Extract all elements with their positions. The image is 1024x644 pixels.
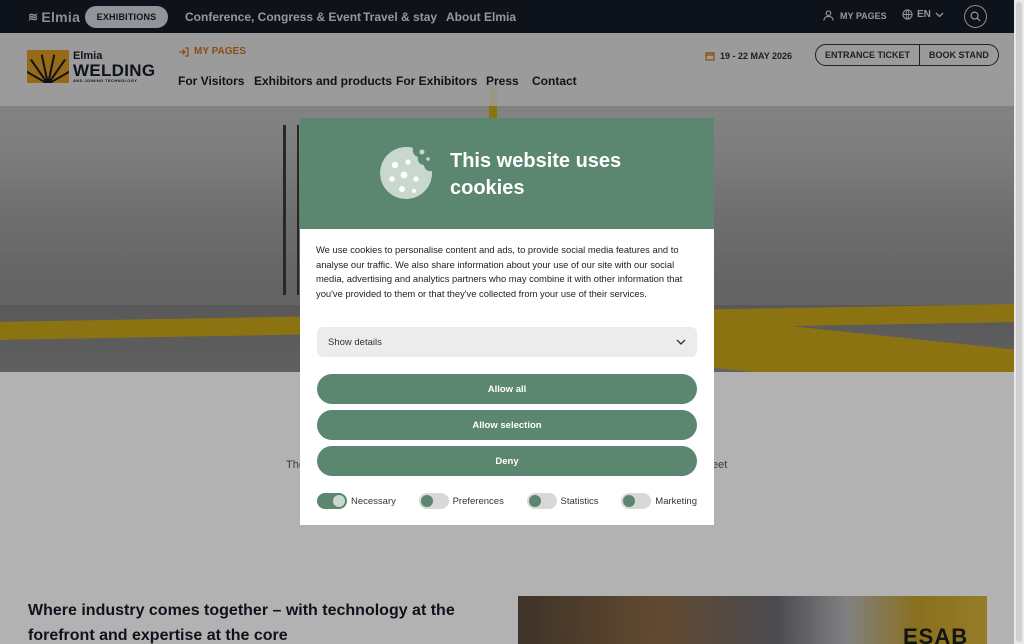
toggle-statistics[interactable]: Statistics: [526, 493, 599, 509]
cookie-icon: [380, 147, 433, 199]
consent-toggles: Necessary Preferences Statistics Marketi…: [317, 493, 697, 509]
toggle-necessary[interactable]: Necessary: [317, 493, 396, 509]
chevron-down-icon: [676, 339, 686, 345]
scrollbar-thumb[interactable]: [1016, 2, 1022, 642]
statistics-switch[interactable]: [526, 493, 557, 509]
allow-selection-button[interactable]: Allow selection: [317, 410, 697, 440]
allow-all-button[interactable]: Allow all: [317, 374, 697, 404]
cookie-dialog: This website uses cookies We use cookies…: [300, 118, 714, 525]
cookie-dialog-text: We use cookies to personalise content an…: [316, 244, 683, 299]
preferences-label: Preferences: [452, 495, 504, 507]
marketing-switch[interactable]: [621, 493, 652, 509]
deny-button[interactable]: Deny: [317, 446, 697, 476]
show-details-label: Show details: [328, 336, 382, 348]
cookie-dialog-header: This website uses cookies: [300, 118, 714, 229]
statistics-label: Statistics: [560, 495, 599, 507]
necessary-switch[interactable]: [317, 493, 347, 509]
necessary-label: Necessary: [351, 495, 396, 507]
toggle-preferences[interactable]: Preferences: [418, 493, 504, 509]
preferences-switch[interactable]: [418, 493, 449, 509]
page-scrollbar[interactable]: [1014, 0, 1024, 644]
show-details-toggle[interactable]: Show details: [317, 327, 697, 357]
marketing-label: Marketing: [655, 495, 697, 507]
cookie-dialog-title: This website uses cookies: [450, 150, 622, 199]
toggle-marketing[interactable]: Marketing: [621, 493, 697, 509]
